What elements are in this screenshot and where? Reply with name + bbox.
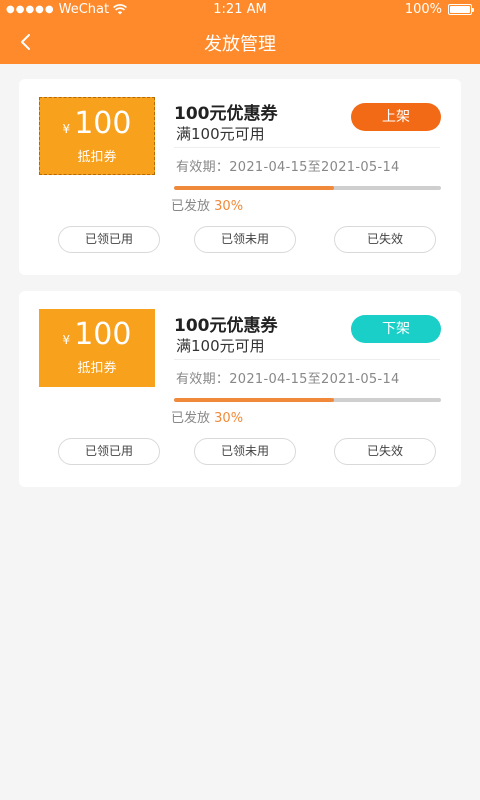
coupon-type: 抵扣券 <box>77 361 117 376</box>
issued-status: 已发放 30% <box>171 407 243 426</box>
amount-value: 100 <box>74 317 132 352</box>
issued-label: 已发放 <box>171 411 211 426</box>
coupon-condition: 满100元可用 <box>176 125 265 143</box>
used-filter-button[interactable]: 已领已用 <box>58 226 160 253</box>
coupon-ticket: ¥ 100 抵扣券 <box>39 309 158 387</box>
coupon-title: 100元优惠券 <box>174 316 278 336</box>
validity-period: 有效期：2021-04-15至2021-05-14 <box>176 160 400 175</box>
coupon-title: 100元优惠券 <box>174 104 278 124</box>
currency-symbol: ¥ <box>62 333 71 347</box>
issued-status: 已发放 30% <box>171 195 243 214</box>
issued-label: 已发放 <box>171 199 211 214</box>
filter-buttons: 已领已用 已领未用 已失效 <box>19 438 461 466</box>
status-right: 100% <box>404 2 474 17</box>
top-bar: ●●●●● WeChat 1:21 AM 100% 发放管理 <box>0 0 480 64</box>
off-shelf-button[interactable]: 下架 <box>351 315 441 343</box>
expired-filter-button[interactable]: 已失效 <box>334 226 436 253</box>
divider <box>174 359 440 360</box>
coupon-card: ¥ 100 抵扣券 100元优惠券 满100元可用 上架 有效期：2021-04… <box>19 79 461 275</box>
coupon-condition: 满100元可用 <box>176 337 265 355</box>
battery-icon <box>448 4 474 15</box>
progress-fill <box>174 398 335 402</box>
expired-filter-button[interactable]: 已失效 <box>334 438 436 465</box>
issued-percent: 30% <box>214 411 244 426</box>
currency-symbol: ¥ <box>62 122 71 136</box>
on-shelf-button[interactable]: 上架 <box>351 103 441 131</box>
coupon-amount: ¥ 100 <box>40 106 154 141</box>
issue-progress-bar <box>174 186 441 190</box>
status-bar: ●●●●● WeChat 1:21 AM 100% <box>0 0 480 20</box>
issue-progress-bar <box>174 398 441 402</box>
unused-filter-button[interactable]: 已领未用 <box>194 438 296 465</box>
divider <box>174 147 440 148</box>
coupon-amount: ¥ 100 <box>39 317 155 352</box>
issued-percent: 30% <box>214 199 244 214</box>
coupon-type: 抵扣券 <box>77 150 117 165</box>
progress-fill <box>174 186 335 190</box>
coupon-ticket: ¥ 100 抵扣券 <box>39 97 157 175</box>
validity-period: 有效期：2021-04-15至2021-05-14 <box>176 372 400 387</box>
filter-buttons: 已领已用 已领未用 已失效 <box>19 226 461 254</box>
nav-bar: 发放管理 <box>0 20 480 64</box>
used-filter-button[interactable]: 已领已用 <box>58 438 160 465</box>
page-title: 发放管理 <box>204 34 276 55</box>
battery-percent: 100% <box>404 2 442 17</box>
coupon-card: ¥ 100 抵扣券 100元优惠券 满100元可用 下架 有效期：2021-04… <box>19 291 461 487</box>
unused-filter-button[interactable]: 已领未用 <box>194 226 296 253</box>
amount-value: 100 <box>74 106 132 141</box>
